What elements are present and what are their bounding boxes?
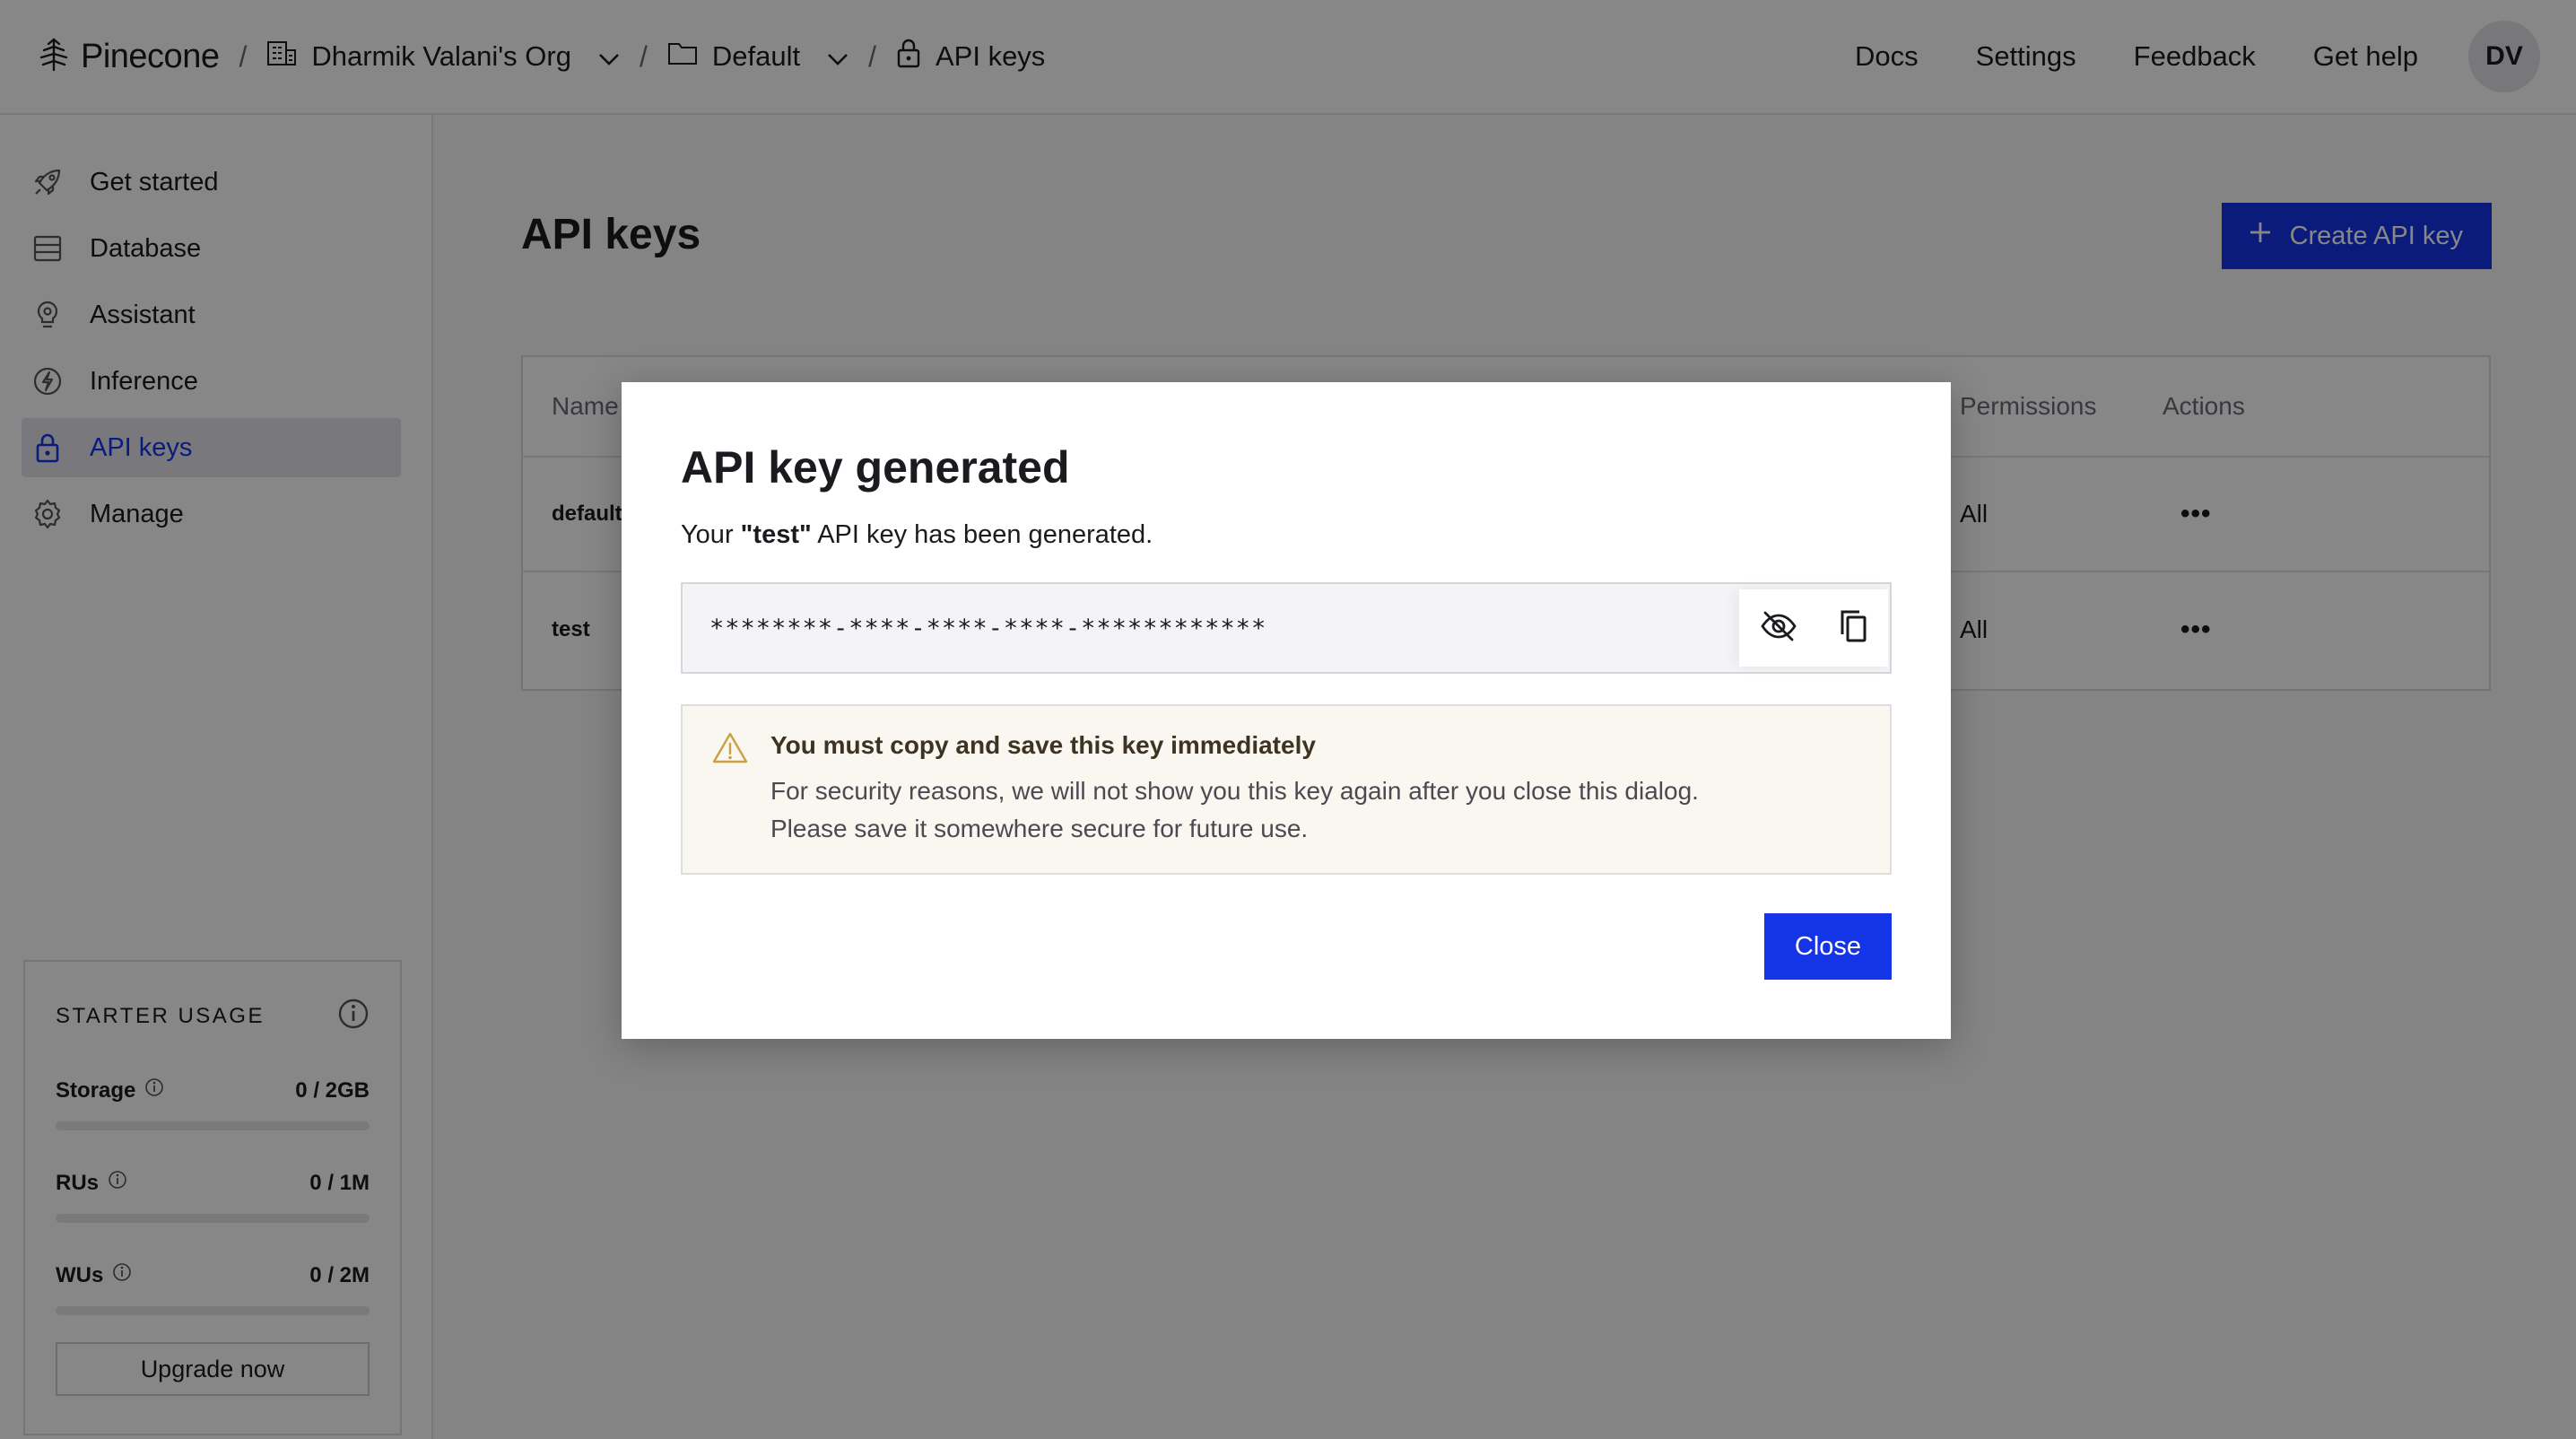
api-key-field: ********-****-****-****-************: [681, 582, 1892, 674]
warning-callout: You must copy and save this key immediat…: [681, 704, 1892, 875]
warning-title: You must copy and save this key immediat…: [770, 731, 1316, 759]
warning-line: For security reasons, we will not show y…: [770, 777, 1699, 805]
masked-api-key[interactable]: ********-****-****-****-************: [683, 615, 1266, 642]
copy-icon[interactable]: [1838, 608, 1868, 649]
close-button[interactable]: Close: [1764, 913, 1892, 980]
dialog-description: Your "test" API key has been generated.: [681, 520, 1892, 550]
key-actions: [1739, 589, 1888, 667]
warning-line: Please save it somewhere secure for futu…: [770, 815, 1309, 842]
dialog-description-prefix: Your: [681, 520, 741, 549]
warning-triangle-icon: [711, 731, 749, 873]
eye-off-icon[interactable]: [1760, 610, 1797, 647]
warning-body: For security reasons, we will not show y…: [770, 772, 1699, 848]
dialog-title: API key generated: [681, 442, 1070, 493]
dialog-key-name: "test": [740, 520, 812, 549]
api-key-generated-dialog: API key generated Your "test" API key ha…: [622, 382, 1951, 1039]
dialog-description-suffix: API key has been generated.: [811, 520, 1153, 549]
